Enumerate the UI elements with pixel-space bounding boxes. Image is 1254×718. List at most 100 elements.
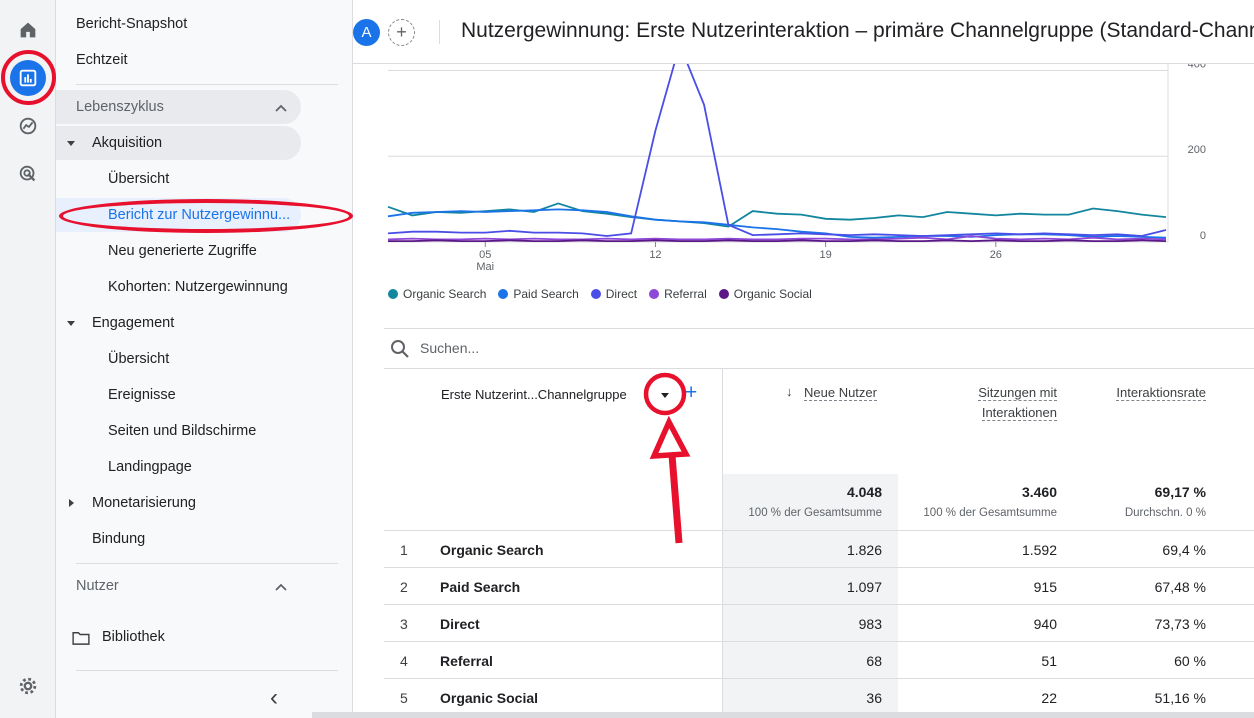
series-line-referral[interactable] xyxy=(387,235,1167,241)
legend-label: Organic Social xyxy=(733,287,812,301)
nav-item-pages-screens[interactable]: Seiten und Bildschirme xyxy=(108,423,256,439)
nav-item-new-traffic[interactable]: Neu generierte Zugriffe xyxy=(108,243,257,259)
caret-down-icon[interactable] xyxy=(67,321,75,326)
legend-item[interactable]: Organic Search xyxy=(388,287,486,301)
legend-dot xyxy=(388,289,398,299)
nav-item-retention[interactable]: Bindung xyxy=(92,531,145,547)
table-row[interactable]: 2 Paid Search 1.097 915 67,48 % xyxy=(384,567,1254,604)
legend-item[interactable]: Referral xyxy=(649,287,707,301)
nav-item-realtime[interactable]: Echtzeit xyxy=(76,52,128,68)
sort-arrow-icon: ↓ xyxy=(786,384,793,399)
cell-engagement-rate: 60 % xyxy=(1174,653,1206,669)
nav-item-engagement[interactable]: Engagement xyxy=(92,315,174,331)
legend-label: Paid Search xyxy=(513,287,579,301)
comparison-avatar[interactable]: A xyxy=(353,19,380,46)
legend-item[interactable]: Direct xyxy=(590,287,638,301)
horizontal-scrollbar[interactable] xyxy=(312,712,1254,718)
line-chart: 400 200 0 05 Mai 12 19 26 Organic Search Paid Se… xyxy=(353,64,1254,326)
caret-down-icon[interactable] xyxy=(67,141,75,146)
total-sessions: 3.460 xyxy=(1021,484,1057,500)
nav-section-users[interactable]: Nutzer xyxy=(76,578,119,594)
cell-channel: Referral xyxy=(440,653,493,669)
legend-dot xyxy=(718,289,729,299)
table-search-input[interactable] xyxy=(420,340,720,356)
cell-engaged-sessions: 940 xyxy=(1033,616,1057,632)
nav-item-library[interactable]: Bibliothek xyxy=(102,629,165,645)
legend-dot xyxy=(590,289,601,299)
column-header-new-users[interactable]: Neue Nutzer xyxy=(804,385,877,401)
cell-new-users: 1.097 xyxy=(846,579,882,595)
series-line-organic-search[interactable] xyxy=(387,202,1167,228)
row-index: 5 xyxy=(400,690,408,706)
dimension-dropdown-icon[interactable] xyxy=(661,393,669,398)
total-engagement-rate: 69,17 % xyxy=(1154,484,1206,500)
page-title: Nutzergewinnung: Erste Nutzerinteraktion… xyxy=(461,19,1254,42)
chevron-up-icon[interactable] xyxy=(274,101,288,115)
cell-channel: Organic Search xyxy=(440,542,544,558)
reports-icon[interactable] xyxy=(10,60,46,96)
row-index: 1 xyxy=(400,542,408,558)
legend-dot xyxy=(498,289,509,299)
row-index: 4 xyxy=(400,653,408,669)
home-icon[interactable] xyxy=(10,12,46,48)
nav-item-report-snapshot[interactable]: Bericht-Snapshot xyxy=(76,16,187,32)
collapse-nav-button[interactable]: ‹ xyxy=(270,684,278,712)
explore-icon[interactable] xyxy=(10,108,46,144)
nav-item-acquisition[interactable]: Akquisition xyxy=(92,135,162,151)
settings-icon[interactable] xyxy=(10,668,46,704)
report-header: A + Nutzergewinnung: Erste Nutzerinterak… xyxy=(353,0,1254,64)
cell-channel: Organic Social xyxy=(440,690,539,706)
nav-divider xyxy=(76,670,338,671)
cell-engaged-sessions: 51 xyxy=(1041,653,1057,669)
total-new-users: 4.048 xyxy=(846,484,882,500)
nav-item-engagement-overview[interactable]: Übersicht xyxy=(108,351,169,367)
table-row[interactable]: 4 Referral 68 51 60 % xyxy=(384,641,1254,678)
x-tick-label: 26 xyxy=(990,249,1002,261)
nav-item-user-acquisition-report[interactable]: Bericht zur Nutzergewinnu... xyxy=(108,207,290,223)
series-line-organic-social[interactable] xyxy=(388,239,1167,243)
cell-engagement-rate: 69,4 % xyxy=(1162,542,1206,558)
table-row[interactable]: 5 Organic Social 36 22 51,16 % xyxy=(384,678,1254,715)
chevron-up-icon[interactable] xyxy=(274,580,288,594)
x-tick-label: 19 xyxy=(820,249,832,261)
sorted-column-total-bg xyxy=(723,474,898,530)
nav-item-acquisition-cohorts[interactable]: Kohorten: Nutzergewinnung xyxy=(108,279,288,295)
dimension-header[interactable]: Erste Nutzerint...Channelgruppe xyxy=(441,387,627,402)
add-dimension-button[interactable]: + xyxy=(685,381,697,405)
icon-rail xyxy=(0,0,56,718)
advertising-icon[interactable] xyxy=(10,156,46,192)
nav-item-events[interactable]: Ereignisse xyxy=(108,387,176,403)
cell-channel: Direct xyxy=(440,616,480,632)
nav-item-monetization[interactable]: Monetarisierung xyxy=(92,495,196,511)
folder-icon xyxy=(72,632,90,645)
table-row[interactable]: 1 Organic Search 1.826 1.592 69,4 % xyxy=(384,530,1254,567)
nav-section-lifecycle[interactable]: Lebenszyklus xyxy=(76,99,164,115)
cell-engagement-rate: 51,16 % xyxy=(1154,690,1206,706)
legend-item[interactable]: Paid Search xyxy=(498,287,579,301)
y-tick-label: 400 xyxy=(1188,64,1206,70)
nav-item-acquisition-overview[interactable]: Übersicht xyxy=(108,171,169,187)
legend-item[interactable]: Organic Social xyxy=(718,287,812,301)
column-header-engaged-sessions-line2[interactable]: Interaktionen xyxy=(981,405,1057,421)
legend-label: Referral xyxy=(664,287,707,301)
cell-engagement-rate: 67,48 % xyxy=(1154,579,1206,595)
cell-engaged-sessions: 1.592 xyxy=(1021,542,1057,558)
column-header-engaged-sessions[interactable]: Sitzungen mit xyxy=(978,385,1057,401)
x-tick-sublabel: Mai xyxy=(476,261,494,273)
cell-channel: Paid Search xyxy=(440,579,521,595)
x-tick-label: 12 xyxy=(649,249,661,261)
cell-engaged-sessions: 22 xyxy=(1041,690,1057,706)
data-table: Erste Nutzerint...Channelgruppe + ↓ Neue… xyxy=(384,328,1254,718)
add-comparison-button[interactable]: + xyxy=(388,19,415,46)
nav-item-landing-page[interactable]: Landingpage xyxy=(108,459,192,475)
cell-new-users: 983 xyxy=(858,616,882,632)
legend-label: Direct xyxy=(605,287,638,301)
cell-engagement-rate: 73,73 % xyxy=(1154,616,1206,632)
column-header-engagement-rate[interactable]: Interaktionsrate xyxy=(1116,385,1206,401)
row-index: 2 xyxy=(400,579,408,595)
table-row[interactable]: 3 Direct 983 940 73,73 % xyxy=(384,604,1254,641)
caret-right-icon[interactable] xyxy=(69,499,74,507)
cell-new-users: 1.826 xyxy=(846,542,882,558)
chart-legend: Organic Search Paid Search Direct Referral O… xyxy=(388,287,812,301)
total-sessions-sub: 100 % der Gesamtsumme xyxy=(923,507,1057,519)
